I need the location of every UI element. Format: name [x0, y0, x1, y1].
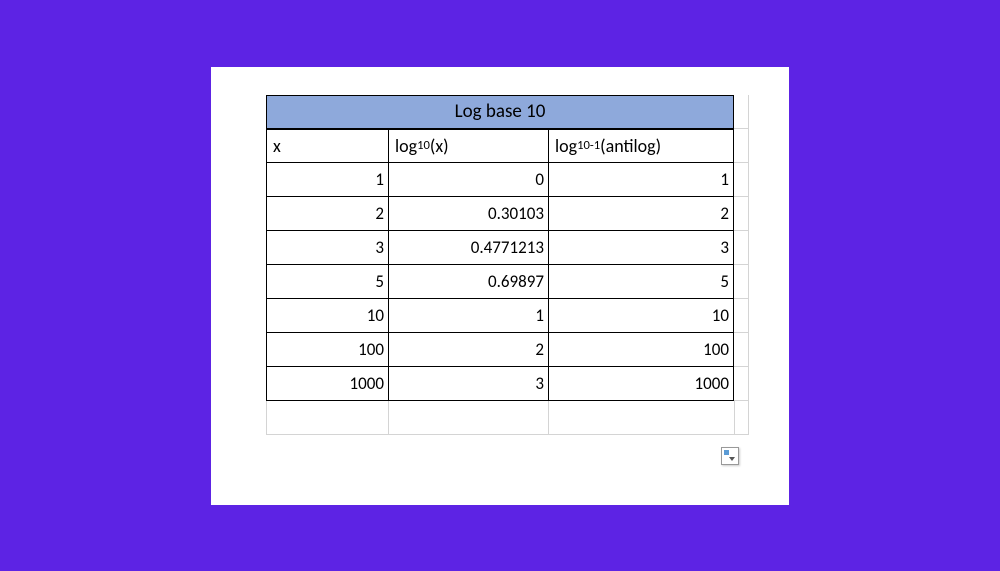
empty-cell[interactable]: [734, 299, 749, 333]
cell-x[interactable]: 1: [266, 163, 388, 197]
cell-log[interactable]: 3: [388, 367, 548, 401]
table-title[interactable]: Log base 10: [266, 95, 734, 129]
spreadsheet-grid: Log base 10 x log10(x) log10-1 (antilog)…: [266, 95, 749, 401]
cell-antilog[interactable]: 3: [548, 231, 734, 265]
cell-antilog[interactable]: 1: [548, 163, 734, 197]
cell-x[interactable]: 10: [266, 299, 388, 333]
spreadsheet-container: Log base 10 x log10(x) log10-1 (antilog)…: [211, 67, 789, 505]
empty-cell[interactable]: [734, 129, 749, 163]
cell-antilog[interactable]: 5: [548, 265, 734, 299]
cell-antilog[interactable]: 1000: [548, 367, 734, 401]
cell-log[interactable]: 0.30103: [388, 197, 548, 231]
empty-cell[interactable]: [734, 367, 749, 401]
cell-log[interactable]: 0.4771213: [388, 231, 548, 265]
empty-cell[interactable]: [548, 401, 734, 435]
cell-log[interactable]: 0: [388, 163, 548, 197]
log-suffix: (x): [430, 135, 449, 157]
cell-log[interactable]: 0.69897: [388, 265, 548, 299]
empty-cell[interactable]: [734, 231, 749, 265]
cell-x[interactable]: 100: [266, 333, 388, 367]
cell-log[interactable]: 2: [388, 333, 548, 367]
cell-antilog[interactable]: 2: [548, 197, 734, 231]
empty-cell[interactable]: [734, 197, 749, 231]
column-header-antilog[interactable]: log10-1 (antilog): [548, 129, 734, 163]
column-header-x[interactable]: x: [266, 129, 388, 163]
empty-cell[interactable]: [388, 401, 548, 435]
empty-cell[interactable]: [734, 265, 749, 299]
antilog-prefix: log: [555, 135, 577, 157]
empty-cell[interactable]: [734, 95, 749, 129]
column-header-log[interactable]: log10(x): [388, 129, 548, 163]
empty-cell[interactable]: [266, 401, 388, 435]
cell-antilog[interactable]: 100: [548, 333, 734, 367]
cell-log[interactable]: 1: [388, 299, 548, 333]
antilog-suffix: (antilog): [600, 135, 661, 157]
autofill-options-icon[interactable]: [721, 447, 739, 465]
cell-x[interactable]: 1000: [266, 367, 388, 401]
log-prefix: log: [395, 135, 417, 157]
empty-cell[interactable]: [734, 163, 749, 197]
empty-cell[interactable]: [734, 401, 749, 435]
empty-cell[interactable]: [734, 333, 749, 367]
spreadsheet: Log base 10 x log10(x) log10-1 (antilog)…: [266, 95, 749, 435]
cell-x[interactable]: 2: [266, 197, 388, 231]
cell-antilog[interactable]: 10: [548, 299, 734, 333]
empty-row: [266, 401, 749, 435]
cell-x[interactable]: 3: [266, 231, 388, 265]
cell-x[interactable]: 5: [266, 265, 388, 299]
